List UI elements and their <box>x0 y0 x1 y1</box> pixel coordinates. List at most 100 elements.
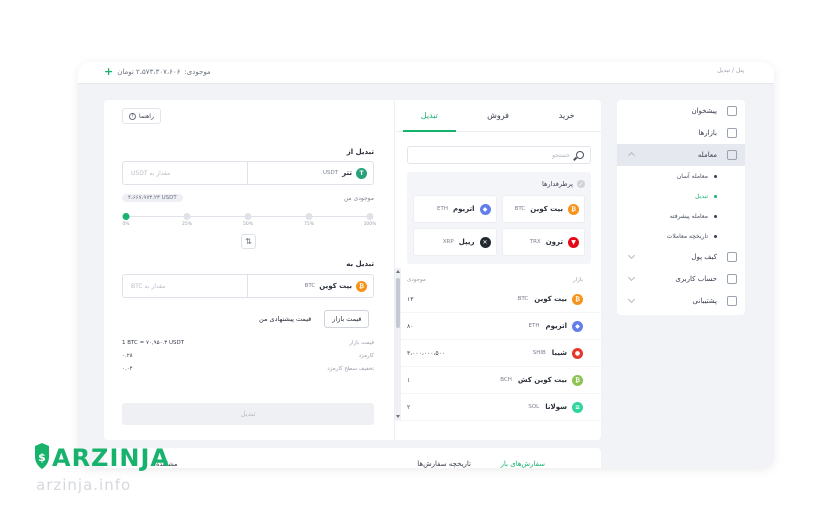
to-field[interactable]: ₿ بیت کوین BTC مقدار به BTC <box>122 274 374 298</box>
sidebar-sub-label: تاریخچه معاملات <box>666 232 708 240</box>
sidebar-item-account[interactable]: حساب کاربری <box>617 268 745 290</box>
sidebar-item-dashboard[interactable]: پیشخوان <box>617 100 745 122</box>
search-placeholder: جستجو <box>552 151 570 159</box>
available-label: موجودی من <box>343 194 374 202</box>
sidebar-item-label: پشتیبانی <box>692 297 717 305</box>
shield-logo-icon: $ <box>35 443 49 469</box>
favorite-item[interactable]: ✕ ریپل XRP <box>413 228 497 256</box>
sidebar-item-label: کیف پول <box>691 253 717 261</box>
tab-open-orders[interactable]: سفارش‌های باز <box>501 460 545 468</box>
plus-icon[interactable]: + <box>104 65 113 78</box>
chevron-up-icon <box>627 151 636 160</box>
info-value: 1 BTC = ۷۰,۹۵۰.۳ USDT <box>122 340 185 346</box>
sidebar-sub-easy-trade[interactable]: معامله آسان <box>617 166 745 186</box>
scroll-down-icon[interactable] <box>396 415 400 418</box>
balance-label: موجودی: <box>184 67 211 76</box>
scroll-thumb[interactable] <box>396 278 400 328</box>
amount-slider[interactable]: 0% 25% 50% 75% 100% <box>122 212 376 228</box>
from-field[interactable]: T تتر USDT مقدار به USDT <box>122 161 374 185</box>
favorite-name: ریپل <box>458 238 475 246</box>
from-currency-select[interactable]: T تتر USDT <box>247 162 373 184</box>
sidebar-item-markets[interactable]: بازارها <box>617 122 745 144</box>
convert-card: خرید فروش تبدیل جستجو ✓ پرطرفدارها ₿ بیت … <box>104 100 601 440</box>
slider-stop[interactable] <box>183 213 191 220</box>
sidebar-item-support[interactable]: پشتیبانی <box>617 290 745 312</box>
chevron-down-icon <box>627 251 636 260</box>
slider-tick-label: 25% <box>181 222 193 227</box>
sidebar-sub-label: تبدیل <box>695 192 708 200</box>
search-input[interactable]: جستجو <box>407 146 591 164</box>
market-row[interactable]: ◆ اتریوم ETH ۸۰ <box>395 313 601 340</box>
price-mode: قیمت بازار قیمت پیشنهادی من <box>252 310 370 328</box>
coin-balance: ۱۳ <box>407 295 414 303</box>
market-row[interactable]: ≡ سولانا SOL ۲ <box>395 394 601 421</box>
coin-symbol: ETH <box>528 323 540 329</box>
favorite-item[interactable]: ₿ بیت کوین BTC <box>501 195 585 223</box>
tab-sell[interactable]: فروش <box>464 100 533 131</box>
wallet-balance: موجودی: ۲،۵۷۳،۳۰۷،۶۰۶ تومان + <box>104 65 211 78</box>
to-currency-select[interactable]: ₿ بیت کوین BTC <box>247 275 373 297</box>
coin-icon: ● <box>572 347 583 359</box>
slider-tick-label: 0% <box>122 222 130 227</box>
to-amount-input[interactable]: مقدار به BTC <box>123 275 247 297</box>
coin-symbol: SHIB <box>532 350 546 356</box>
market-price-button[interactable]: قیمت بازار <box>324 310 370 328</box>
to-label: تبدیل به <box>346 260 374 268</box>
guide-button[interactable]: راهنما ? <box>122 108 161 124</box>
favorite-name: ترون <box>545 238 563 246</box>
sidebar-item-label: حساب کاربری <box>675 275 717 283</box>
chevron-down-icon <box>627 295 636 304</box>
tab-order-history[interactable]: تاریخچه سفارش‌ها <box>417 460 471 468</box>
slider-stop[interactable] <box>244 213 252 220</box>
bullet-icon <box>714 194 717 198</box>
scroll-up-icon[interactable] <box>396 270 400 273</box>
to-currency-symbol: BTC <box>304 283 316 289</box>
coin-balance: ۳،۰۰۰،۰۰۰،۵۰۰ <box>407 349 446 357</box>
available-value: ۴،۶۶۷،۹۷۳.۲۳ USDT <box>122 194 183 202</box>
favorites-grid: ₿ بیت کوین BTC ◆ اتریوم ETH ▼ ترون TRX ✕ ریپل XRP <box>413 195 585 256</box>
trade-tabs: خرید فروش تبدیل <box>395 100 601 132</box>
info-label: قیمت بازار <box>349 340 374 346</box>
sidebar-sub-advanced-trade[interactable]: معامله پیشرفته <box>617 206 745 226</box>
info-label: تخفیف سطح کارمزد <box>327 366 374 372</box>
chart-icon <box>727 128 737 138</box>
slider-stop[interactable] <box>366 213 374 220</box>
favorite-item[interactable]: ▼ ترون TRX <box>501 228 585 256</box>
from-amount-input[interactable]: مقدار به USDT <box>123 162 247 184</box>
market-row[interactable]: ₿ بیت کوین BTC ۱۳ <box>395 286 601 313</box>
tether-icon: T <box>356 167 367 179</box>
wallet-icon <box>727 252 737 262</box>
market-row[interactable]: ₿ بیت کوین کش BCH ۱ <box>395 367 601 394</box>
sidebar: پیشخوان بازارها معامله معامله آسان تبدیل… <box>617 100 745 315</box>
sidebar-sub-convert[interactable]: تبدیل <box>617 186 745 206</box>
sidebar-sub-trade-history[interactable]: تاریخچه معاملات <box>617 226 745 246</box>
favorites-box: ✓ پرطرفدارها ₿ بیت کوین BTC ◆ اتریوم ETH ▼ ترون… <box>407 172 591 264</box>
slider-stop[interactable] <box>122 213 130 220</box>
from-currency-symbol: USDT <box>323 170 339 176</box>
coin-icon: ₿ <box>568 203 579 215</box>
sidebar-item-wallet[interactable]: کیف پول <box>617 246 745 268</box>
bullet-icon <box>714 174 717 178</box>
favorite-symbol: ETH <box>436 206 448 212</box>
slider-tick-label: 75% <box>303 222 315 227</box>
coin-name: شیبا <box>551 349 567 357</box>
favorite-item[interactable]: ◆ اتریوم ETH <box>413 195 497 223</box>
slider-tick-label: 50% <box>242 222 254 227</box>
tab-convert[interactable]: تبدیل <box>395 100 464 132</box>
sidebar-item-label: معامله <box>697 151 717 159</box>
coin-icon: ✕ <box>479 236 491 248</box>
available-row: موجودی من ۴،۶۶۷،۹۷۳.۲۳ USDT <box>122 192 374 204</box>
market-row[interactable]: ● شیبا SHIB ۳،۰۰۰،۰۰۰،۵۰۰ <box>395 340 601 367</box>
swap-icon[interactable]: ⇅ <box>241 234 256 249</box>
suggested-price-button[interactable]: قیمت پیشنهادی من <box>252 310 318 328</box>
coin-balance: ۸۰ <box>407 322 414 330</box>
check-icon: ✓ <box>577 180 585 188</box>
convert-submit-button[interactable]: تبدیل <box>122 403 374 425</box>
watermark-site: arzinja.info <box>36 476 132 494</box>
slider-stop[interactable] <box>305 213 313 220</box>
tab-buy[interactable]: خرید <box>532 100 601 131</box>
sidebar-item-trade[interactable]: معامله <box>617 144 745 166</box>
list-scrollbar[interactable] <box>395 268 401 420</box>
coin-icon: ₿ <box>572 293 583 305</box>
sidebar-sub-label: معامله آسان <box>676 172 708 180</box>
